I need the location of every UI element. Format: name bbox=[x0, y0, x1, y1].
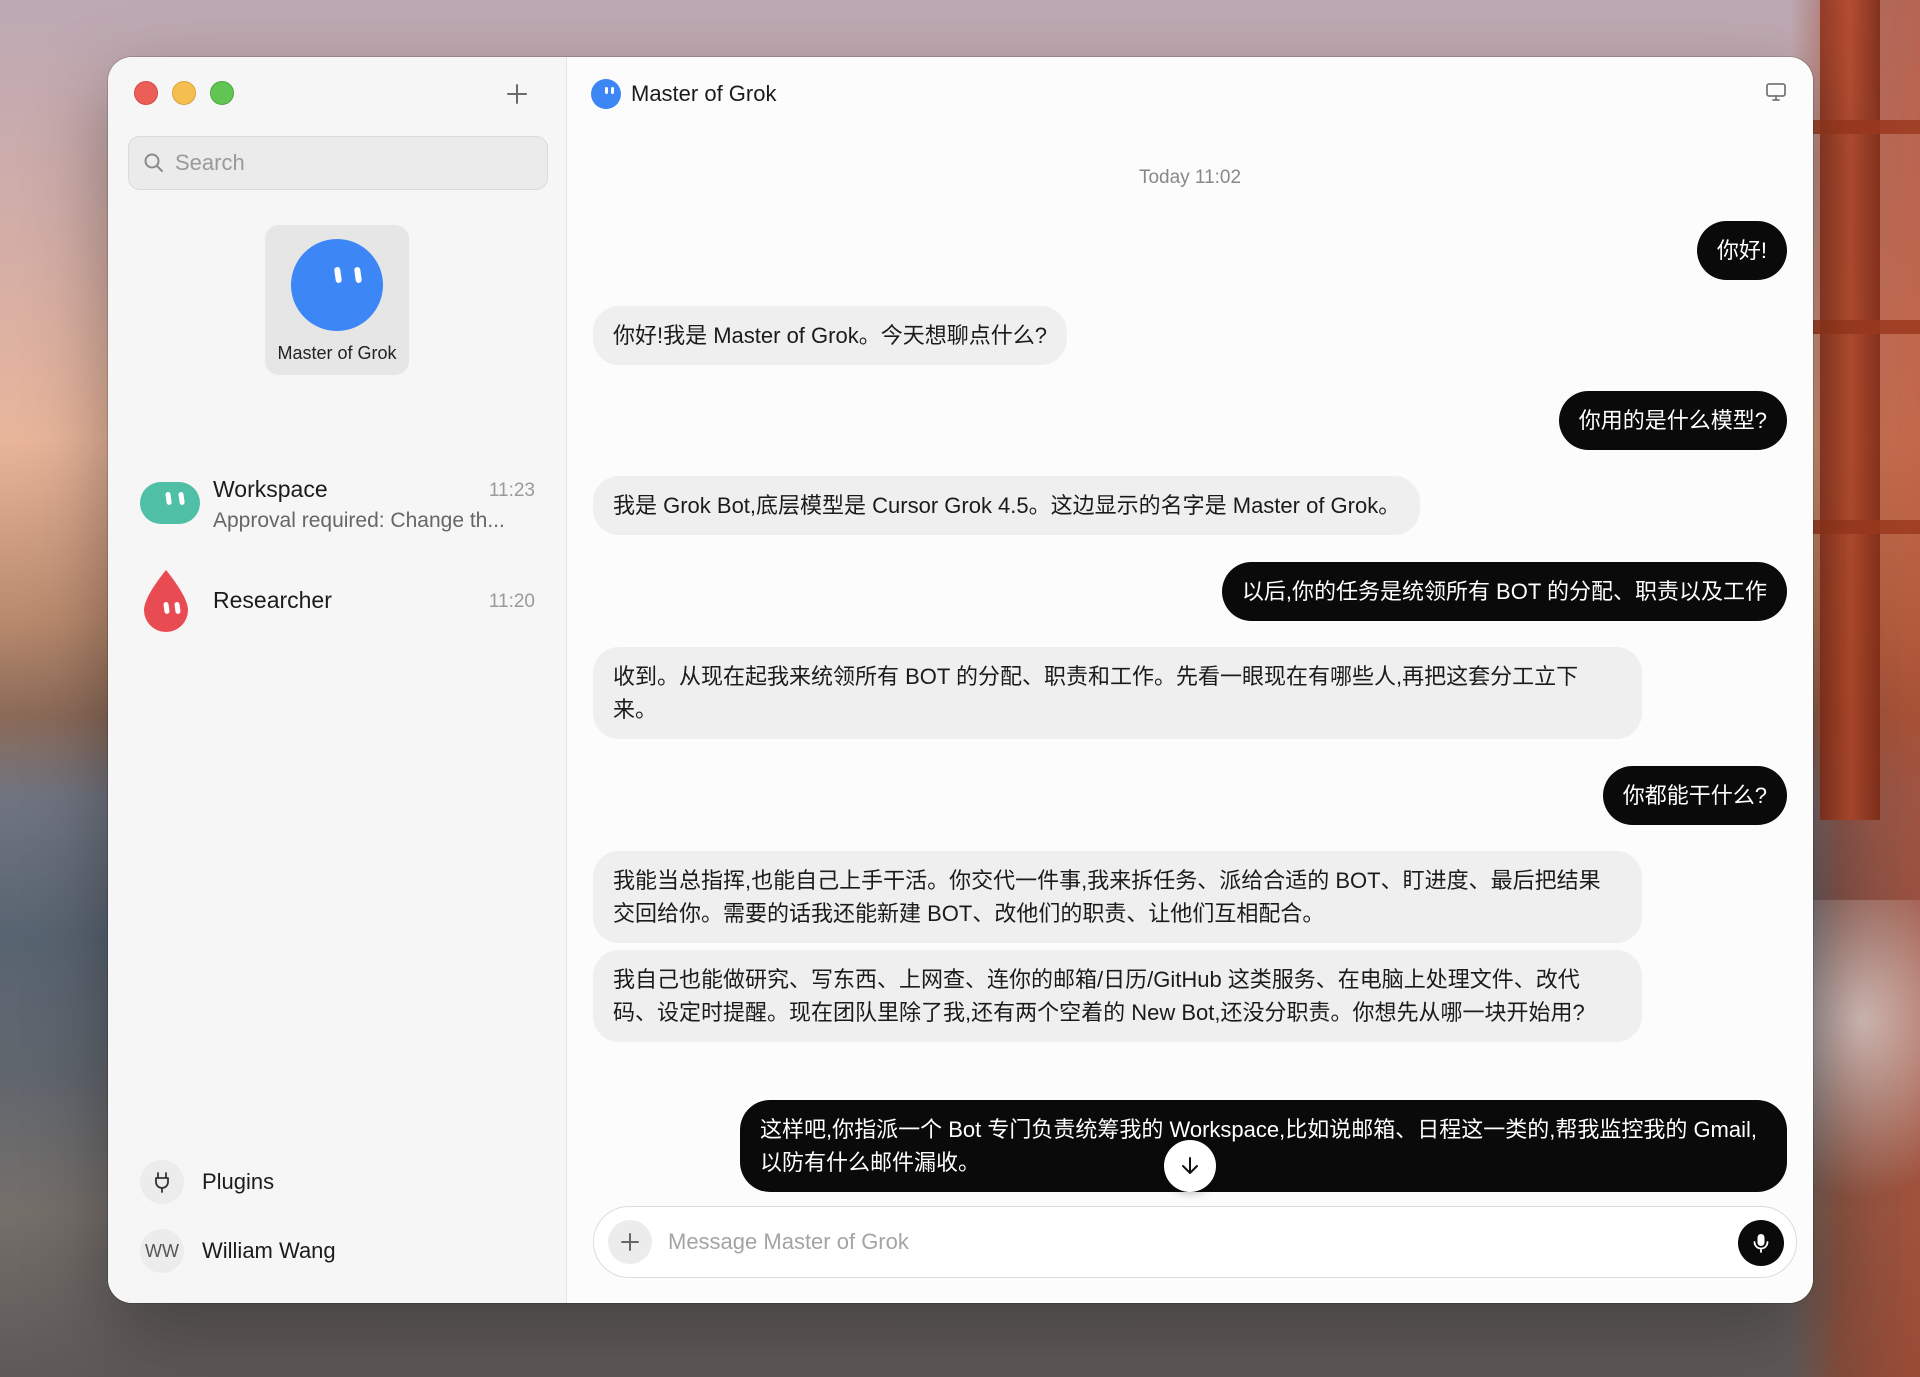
user-message: 你好! bbox=[1696, 221, 1787, 280]
user-profile-button[interactable]: WW William Wang bbox=[140, 1229, 336, 1273]
window-controls bbox=[134, 81, 234, 105]
user-message: 你都能干什么? bbox=[1602, 766, 1787, 825]
bot-message: 我自己也能做研究、写东西、上网查、连你的邮箱/日历/GitHub 这类服务、在电… bbox=[593, 950, 1642, 1042]
plugins-button[interactable]: Plugins bbox=[140, 1160, 274, 1204]
bot-message: 我是 Grok Bot,底层模型是 Cursor Grok 4.5。这边显示的名… bbox=[593, 476, 1421, 535]
search-field[interactable]: Search bbox=[128, 136, 548, 190]
close-window-button[interactable] bbox=[134, 81, 158, 105]
search-icon bbox=[144, 153, 163, 172]
message-composer bbox=[593, 1206, 1797, 1278]
message-list: 你好! 你好!我是 Master of Grok。今天想聊点什么? 你用的是什么… bbox=[567, 57, 1813, 1303]
chat-item-workspace[interactable]: Workspace 11:23 Approval required: Chang… bbox=[108, 462, 567, 562]
pinned-bot-master-of-grok[interactable]: Master of Grok bbox=[265, 225, 409, 375]
attach-button[interactable] bbox=[608, 1220, 652, 1264]
chat-item-name: Researcher bbox=[213, 587, 332, 613]
bot-message: 我能当总指挥,也能自己上手干活。你交代一件事,我来拆任务、派给合适的 BOT、盯… bbox=[593, 851, 1642, 943]
sidebar: Search Master of Grok Workspace 11:23 Ap… bbox=[108, 57, 567, 1303]
message-input[interactable] bbox=[668, 1229, 1718, 1255]
chat-item-researcher[interactable]: Researcher 11:20 bbox=[108, 562, 567, 662]
plus-icon bbox=[507, 84, 527, 104]
master-of-grok-avatar bbox=[291, 239, 383, 331]
pinned-bot-label: Master of Grok bbox=[277, 343, 397, 363]
workspace-avatar bbox=[140, 482, 200, 524]
mic-icon bbox=[1753, 1234, 1769, 1253]
new-chat-button[interactable] bbox=[502, 79, 532, 109]
chat-panel: Master of Grok Today 11:02 你好! 你好!我是 Mas… bbox=[567, 57, 1813, 1303]
plus-icon bbox=[621, 1233, 639, 1251]
user-name: William Wang bbox=[202, 1238, 336, 1263]
bot-message: 收到。从现在起我来统领所有 BOT 的分配、职责和工作。先看一眼现在有哪些人,再… bbox=[593, 647, 1642, 739]
arrow-down-icon bbox=[1182, 1157, 1198, 1174]
minimize-window-button[interactable] bbox=[172, 81, 196, 105]
search-placeholder: Search bbox=[175, 150, 245, 175]
plugins-label: Plugins bbox=[202, 1169, 275, 1194]
chat-item-name: Workspace bbox=[213, 476, 328, 502]
chat-item-preview: Approval required: Change th... bbox=[213, 509, 505, 532]
chat-item-time: 11:20 bbox=[488, 591, 535, 612]
researcher-avatar bbox=[144, 570, 188, 632]
voice-input-button[interactable] bbox=[1738, 1220, 1784, 1266]
bot-message: 你好!我是 Master of Grok。今天想聊点什么? bbox=[593, 306, 1067, 365]
chat-item-time: 11:23 bbox=[488, 480, 535, 501]
user-message: 你用的是什么模型? bbox=[1558, 391, 1787, 450]
plug-icon bbox=[140, 1160, 184, 1204]
scroll-to-bottom-button[interactable] bbox=[1164, 1140, 1216, 1192]
zoom-window-button[interactable] bbox=[210, 81, 234, 105]
app-window: Search Master of Grok Workspace 11:23 Ap… bbox=[108, 57, 1813, 1303]
user-message: 这样吧,你指派一个 Bot 专门负责统筹我的 Workspace,比如说邮箱、日… bbox=[740, 1100, 1787, 1192]
user-message: 以后,你的任务是统领所有 BOT 的分配、职责以及工作 bbox=[1221, 562, 1787, 621]
user-avatar: WW bbox=[140, 1229, 184, 1273]
